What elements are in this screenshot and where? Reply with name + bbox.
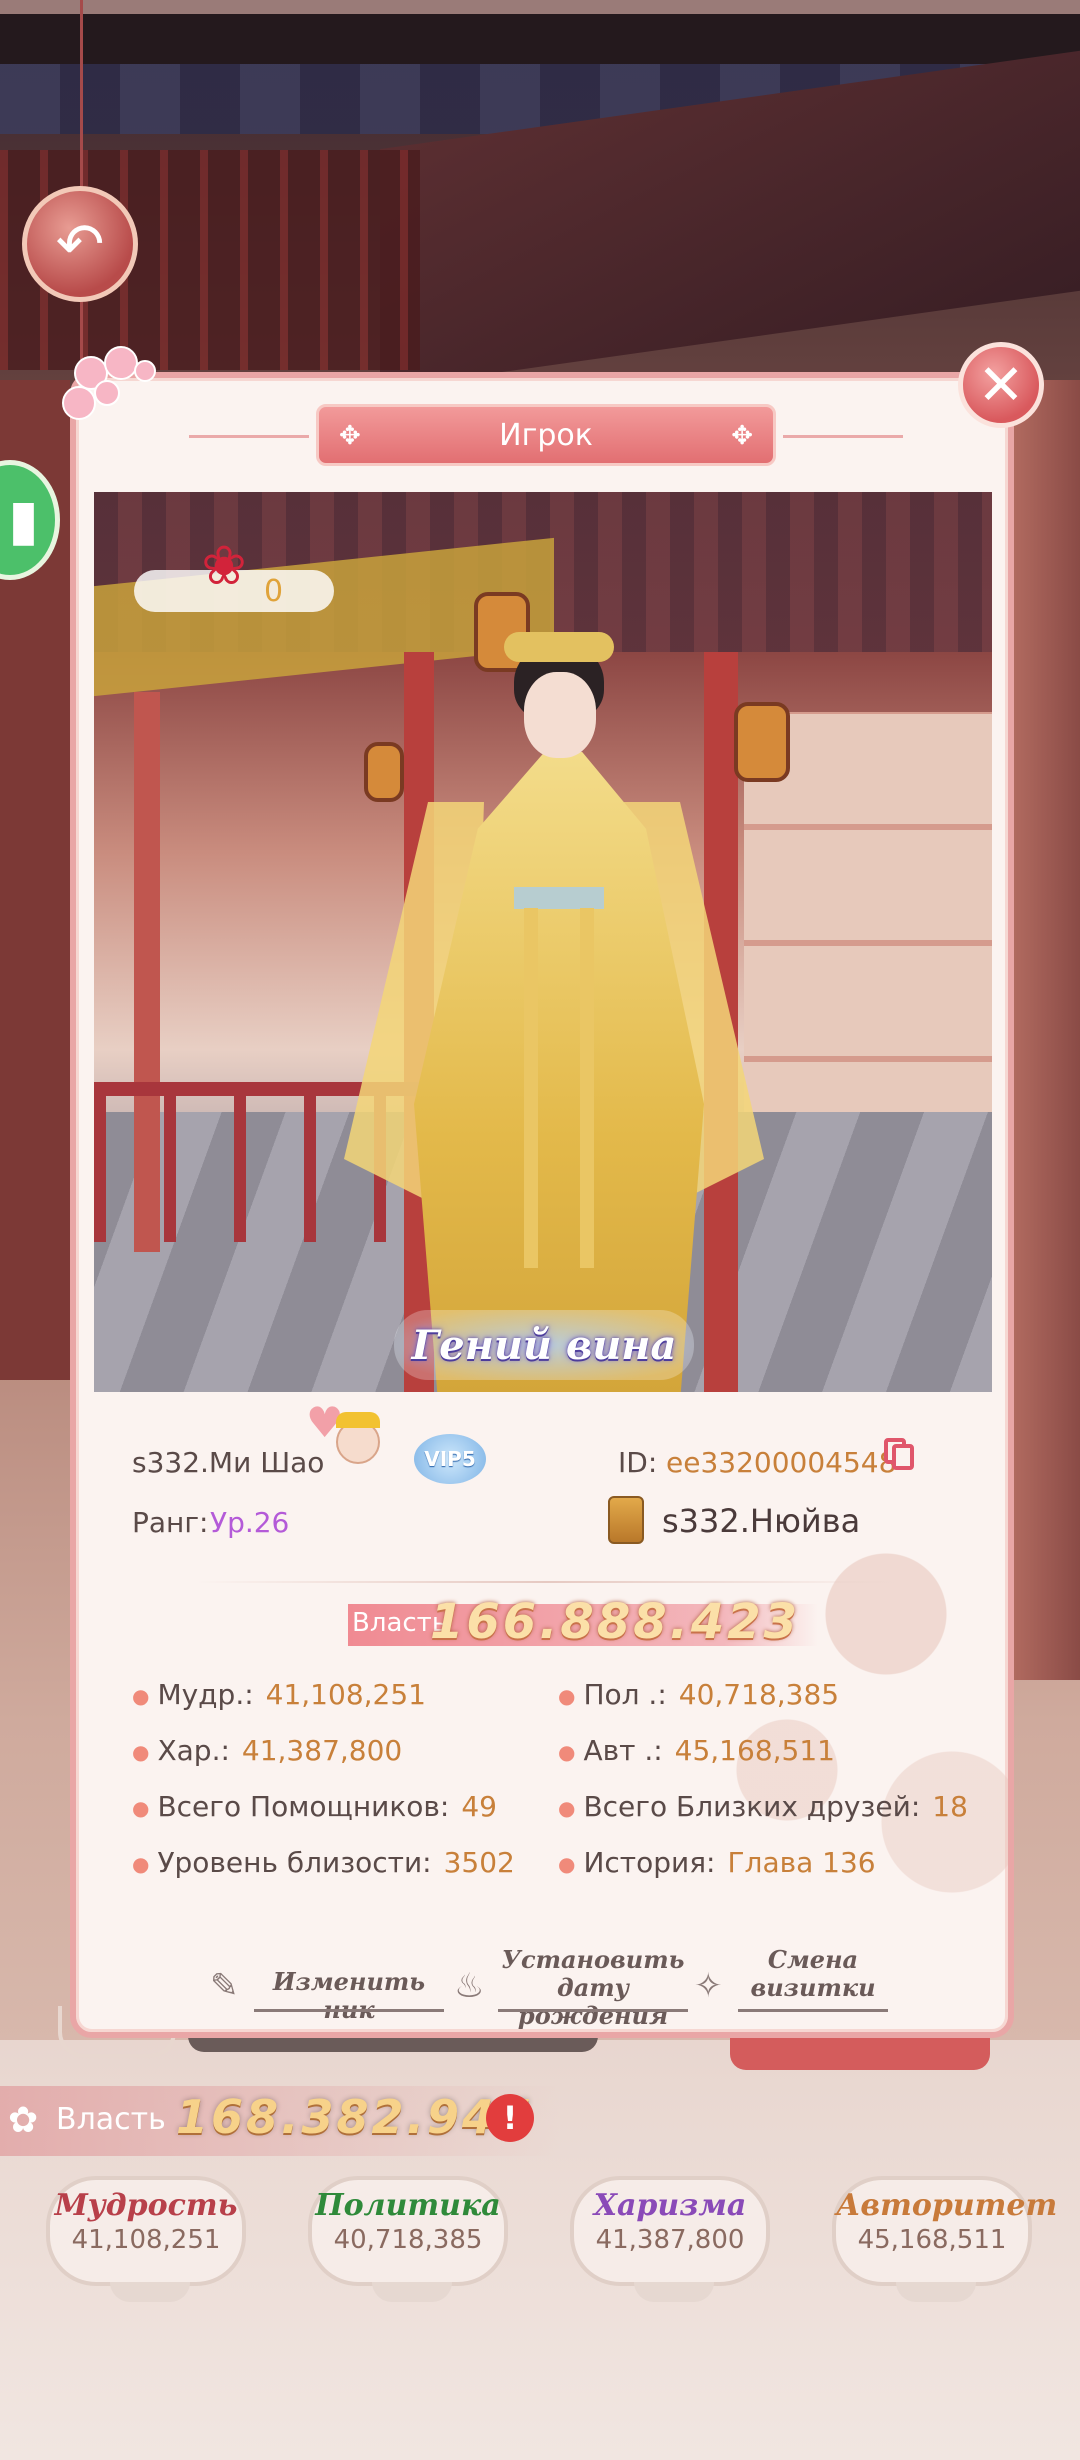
- stat-story: ● История: Глава 136: [558, 1846, 876, 1879]
- id-value: ee33200004548: [666, 1446, 897, 1479]
- cake-icon: ♨: [454, 1966, 485, 2006]
- birthday-label-line2: дату рождения: [517, 1973, 669, 2030]
- stat-intimacy-level: ● Уровень близости: 3502: [132, 1846, 515, 1879]
- character-title-badge: Гений вина: [394, 1310, 694, 1380]
- divider: [196, 1581, 896, 1583]
- card-label-line1: Смена: [767, 1945, 859, 1974]
- stat-card-wisdom[interactable]: Мудрость 41,108,251: [46, 2176, 246, 2302]
- rename-button[interactable]: ✎ Изменить ник: [210, 1946, 450, 2024]
- stat-card-base: [110, 2282, 190, 2302]
- vip-badge[interactable]: VIP5: [414, 1434, 486, 1484]
- rename-label: Изменить ник: [272, 1967, 426, 2024]
- stat-authority: ● Авт .: 45,168,511: [558, 1734, 835, 1767]
- stat-card-base: [896, 2282, 976, 2302]
- cherry-blossom-decoration: [54, 346, 174, 456]
- side-menu-icon: ▮: [8, 487, 39, 553]
- stat-card-title: Мудрость: [54, 2188, 238, 2223]
- page-power-label: Власть: [56, 2102, 166, 2137]
- right-pillar: [1010, 380, 1080, 1680]
- rank-value: Ур.26: [210, 1506, 290, 1539]
- stat-card-title: Политика: [315, 2188, 501, 2223]
- ornament-icon: ✥: [339, 421, 361, 451]
- stat-total-friends: ● Всего Близких друзей: 18: [558, 1790, 968, 1823]
- ornament-icon: ✥: [731, 421, 753, 451]
- stat-card-base: [634, 2282, 714, 2302]
- character-portrait: ❀ 0 Гений вина: [94, 492, 992, 1392]
- stat-card-title: Авторитет: [836, 2188, 1058, 2223]
- flower-icon: ✿: [8, 2100, 39, 2141]
- stat-card-title: Харизма: [593, 2188, 747, 2223]
- stat-wisdom: ● Мудр.: 41,108,251: [132, 1678, 426, 1711]
- couple-heart-icon[interactable]: ♥: [306, 1398, 386, 1468]
- alliance-badge-icon: [608, 1496, 644, 1544]
- stat-card-authority[interactable]: Авторитет 45,168,511: [832, 2176, 1058, 2302]
- stat-card-charisma[interactable]: Харизма 41,387,800: [570, 2176, 770, 2302]
- character-title-text: Гений вина: [411, 1321, 677, 1369]
- rank-label: Ранг:: [132, 1506, 209, 1539]
- stat-total-helpers: ● Всего Помощников: 49: [132, 1790, 497, 1823]
- dialog-title-plate: ✥ Игрок ✥: [189, 404, 903, 466]
- rose-icon: ❀: [201, 534, 247, 597]
- copy-icon[interactable]: [884, 1438, 914, 1472]
- power-value: 166.888.423: [430, 1594, 801, 1650]
- stat-card-value: 40,718,385: [333, 2225, 483, 2255]
- stat-card-value: 41,108,251: [71, 2225, 221, 2255]
- stat-card-politics[interactable]: Политика 40,718,385: [308, 2176, 508, 2302]
- card-label-line2: визитки: [750, 1973, 876, 2002]
- rose-count: 0: [264, 574, 284, 609]
- back-button[interactable]: ↶: [22, 186, 138, 302]
- stat-card-base: [372, 2282, 452, 2302]
- stat-politics: ● Пол .: 40,718,385: [558, 1678, 840, 1711]
- roof-band: [0, 14, 1080, 64]
- close-icon: ✕: [977, 352, 1025, 418]
- stat-card-value: 41,387,800: [595, 2225, 745, 2255]
- change-card-button[interactable]: ✧ Смена визитки: [694, 1946, 894, 2016]
- character-figure: [344, 632, 764, 1392]
- alert-icon[interactable]: !: [486, 2094, 534, 2142]
- player-name: s332.Ми Шао: [132, 1446, 325, 1479]
- page-power-value: 168.382.947: [176, 2090, 533, 2144]
- stat-card-value: 45,168,511: [857, 2225, 1007, 2255]
- stat-charisma: ● Хар.: 41,387,800: [132, 1734, 403, 1767]
- dialog-title: Игрок: [499, 417, 593, 453]
- player-info-dialog: ✥ Игрок ✥ ❀ 0 Гений вина s332.Ми Шао ♥ V…: [70, 372, 1014, 2038]
- close-button[interactable]: ✕: [958, 342, 1044, 428]
- pencil-icon: ✎: [210, 1966, 239, 2006]
- back-arrow-icon: ↶: [55, 210, 105, 278]
- set-birthday-button[interactable]: ♨ Установить дату рождения: [454, 1945, 694, 2030]
- lantern-icon: [734, 702, 790, 782]
- status-bar-strip: [0, 0, 1080, 14]
- magic-wand-icon: ✧: [694, 1966, 723, 2006]
- birthday-label-line1: Установить: [501, 1945, 685, 1974]
- id-label: ID:: [618, 1446, 658, 1479]
- alliance-name[interactable]: s332.Нюйва: [662, 1502, 860, 1540]
